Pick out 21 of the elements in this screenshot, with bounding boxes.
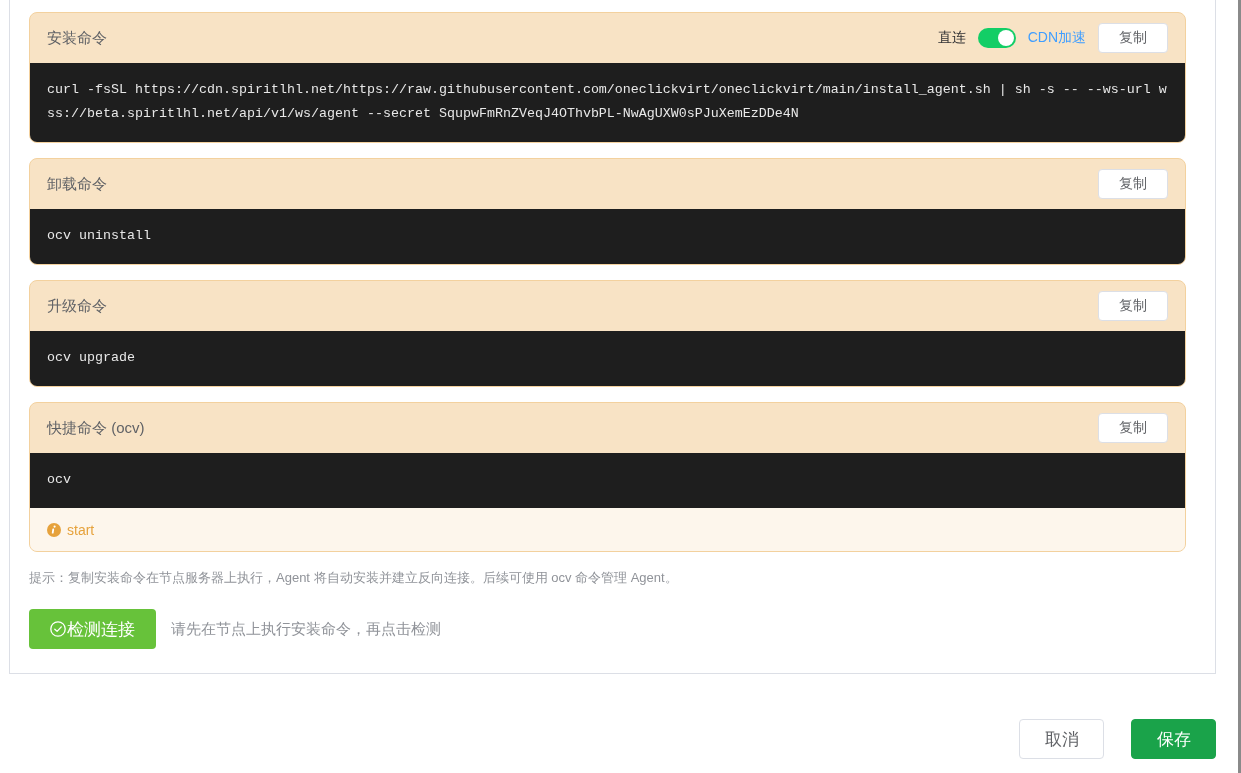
code-block: ocv upgrade: [30, 331, 1185, 386]
copy-button[interactable]: 复制: [1098, 291, 1168, 321]
toggle-switch[interactable]: [977, 28, 1016, 48]
card-title: 安装命令: [47, 28, 107, 48]
code-block: curl -fsSL https://cdn.spiritlhl.net/https://raw.githubusercontent.com/oneclickvirt/oneclickvirt/main/install_agent.sh | sh -s -- --ws-url wss://beta.spiritlhl.net/api/v1/ws/agent --secret SqupwFmRnZVeqJ4OThvbPL-NwAgUXW0sPJuXemEzDDe4N: [30, 63, 1185, 142]
copy-button[interactable]: 复制: [1098, 23, 1168, 53]
card-title: 卸载命令: [47, 174, 107, 194]
card-title: 升级命令: [47, 296, 107, 316]
info-icon: [47, 522, 61, 537]
cancel-button[interactable]: 取消: [1019, 719, 1104, 759]
note-text: start: [67, 521, 95, 538]
copy-button[interactable]: 复制: [1098, 413, 1168, 443]
code-block: ocv uninstall: [30, 209, 1185, 264]
switch-label: CDN加速: [1027, 29, 1086, 47]
card-title: 快捷命令 (ocv): [47, 418, 145, 438]
code-block: ocv: [30, 453, 1185, 508]
copy-button[interactable]: 复制: [1098, 169, 1168, 199]
check-circle-icon: [50, 621, 66, 637]
switch-label: 直连: [937, 29, 966, 47]
check-message: 请先在节点上执行安装命令，再点击检测: [171, 619, 441, 639]
hint-text: 提示：复制安装命令在节点服务器上执行，Agent 将自动安装并建立反向连接。后续可使用 ocv 命令管理 Agent。: [29, 569, 679, 587]
